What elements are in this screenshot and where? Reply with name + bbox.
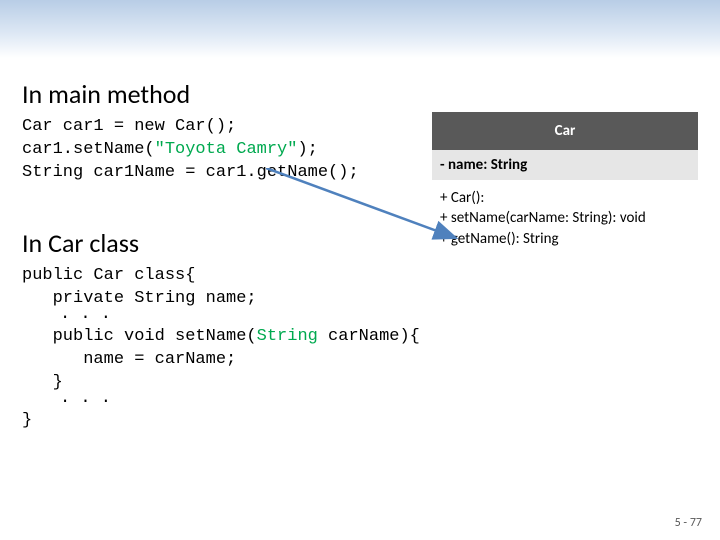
code-line: name = carName; <box>22 350 236 369</box>
code-line: } <box>22 373 63 392</box>
string-literal: "Toyota Camry" <box>155 140 298 159</box>
code-line-part: public void setName( <box>22 327 257 346</box>
type-name: String <box>257 327 318 346</box>
uml-op: + getName(): String <box>440 229 690 249</box>
uml-class-box: Car - name: String + Car(): + setName(ca… <box>432 112 698 253</box>
ellipsis: . . . <box>60 389 698 408</box>
uml-op: + Car(): <box>440 188 690 208</box>
code-line-part: ); <box>297 140 317 159</box>
gradient-header <box>0 0 720 58</box>
code-line: private String name; <box>22 289 257 308</box>
uml-operations: + Car(): + setName(carName: String): voi… <box>432 180 698 253</box>
code-car-class-end: } <box>22 410 698 433</box>
code-line: String car1Name = car1.getName(); <box>22 163 359 182</box>
heading-main-method: In main method <box>22 78 698 110</box>
uml-class-name: Car <box>432 112 698 150</box>
code-setname: public void setName(String carName){ nam… <box>22 326 698 395</box>
uml-attributes: - name: String <box>432 150 698 180</box>
code-line: } <box>22 411 32 430</box>
code-line-part: car1.setName( <box>22 140 155 159</box>
slide-number: 5 - 77 <box>675 516 702 530</box>
code-line: public Car class{ <box>22 266 195 285</box>
code-line-part: carName){ <box>318 327 420 346</box>
uml-op: + setName(carName: String): void <box>440 208 690 228</box>
code-line: Car car1 = new Car(); <box>22 117 236 136</box>
